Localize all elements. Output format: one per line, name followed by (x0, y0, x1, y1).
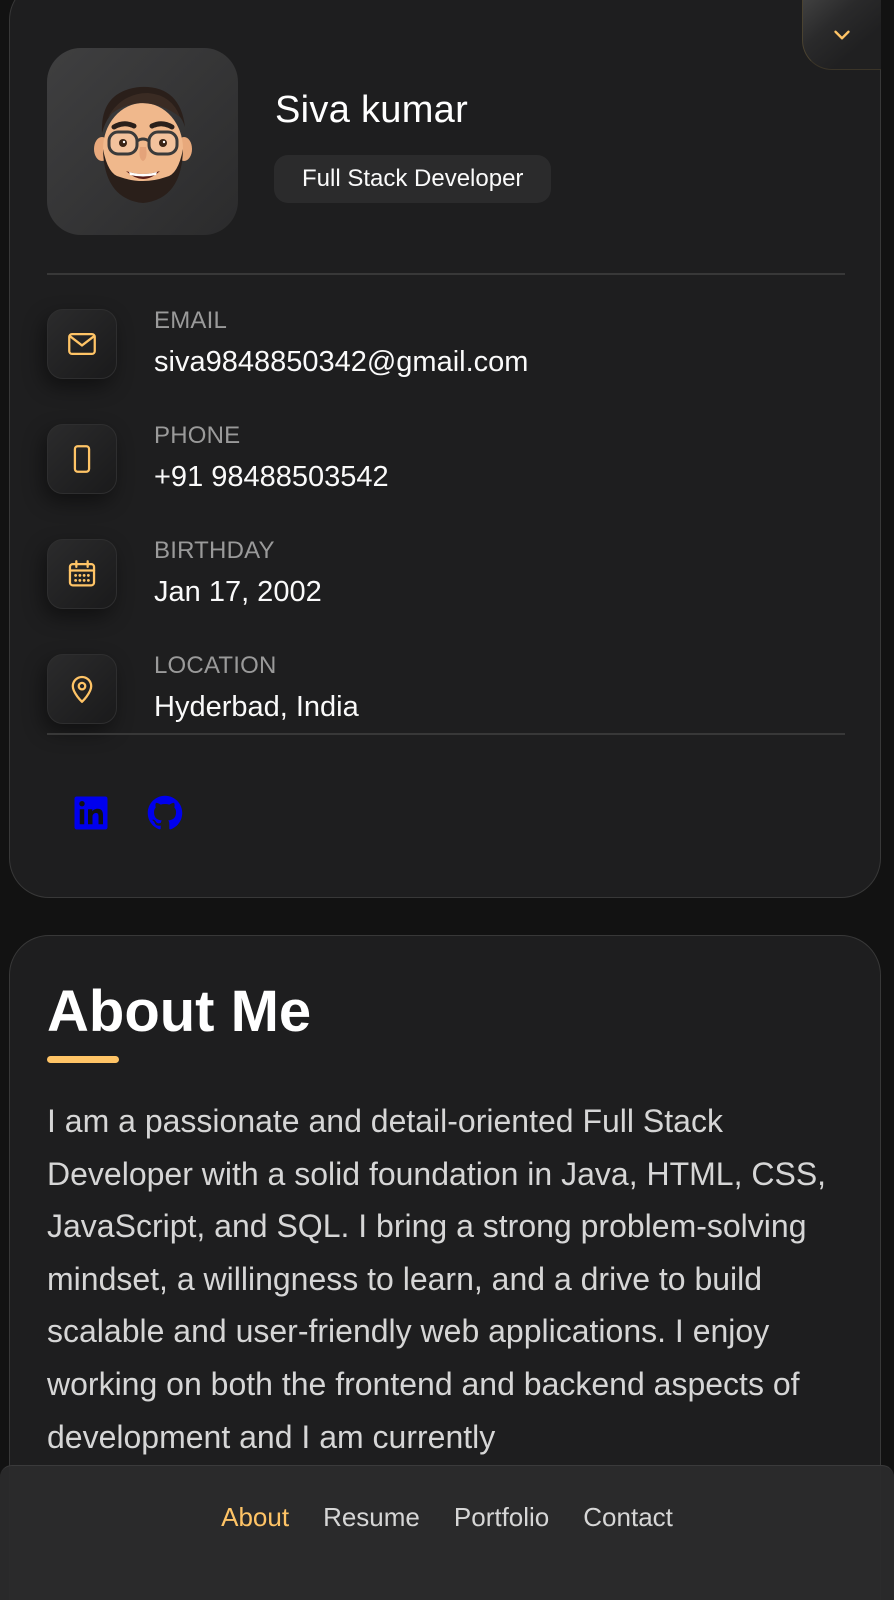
contact-item-email: Email siva9848850342@gmail.com (47, 307, 807, 389)
phone-link[interactable]: +91 98488503542 (154, 461, 389, 494)
avatar (47, 48, 238, 235)
linkedin-icon (74, 796, 108, 830)
chevron-down-icon (834, 30, 850, 39)
about-paragraph: I am a passionate and detail-oriented Fu… (47, 1103, 827, 1455)
heading-underline (47, 1056, 119, 1063)
profile-name: Siva kumar (275, 89, 469, 131)
location-value: Hyderbad, India (154, 691, 359, 723)
bottom-navbar: About Resume Portfolio Contact (0, 1465, 894, 1600)
email-link[interactable]: siva9848850342@gmail.com (154, 346, 528, 379)
page: Siva kumar Full Stack Developer Email si… (0, 0, 894, 1600)
calendar-icon (47, 539, 117, 609)
nav-contact[interactable]: Contact (566, 1502, 690, 1533)
contact-label: Email (154, 307, 228, 334)
contact-label: Birthday (154, 537, 275, 564)
contact-item-location: Location Hyderbad, India (47, 652, 807, 734)
github-link[interactable] (146, 794, 184, 832)
sidebar-card: Siva kumar Full Stack Developer Email si… (9, 0, 881, 898)
birthday-value: Jan 17, 2002 (154, 576, 322, 608)
contact-item-birthday: Birthday Jan 17, 2002 (47, 537, 807, 619)
phone-icon (47, 424, 117, 494)
separator (47, 733, 845, 735)
mail-icon (47, 309, 117, 379)
linkedin-link[interactable] (72, 794, 110, 832)
about-heading: About Me (47, 979, 312, 1044)
nav-portfolio[interactable]: Portfolio (437, 1502, 566, 1533)
contact-label: Phone (154, 422, 241, 449)
location-icon (47, 654, 117, 724)
contact-item-phone: Phone +91 98488503542 (47, 422, 807, 504)
profile-title-badge: Full Stack Developer (274, 155, 552, 203)
github-icon (147, 795, 183, 830)
nav-resume[interactable]: Resume (306, 1502, 437, 1533)
nav-about[interactable]: About (204, 1502, 306, 1533)
separator (47, 273, 845, 275)
memoji-avatar-icon (93, 86, 192, 203)
show-contacts-button[interactable] (802, 0, 881, 70)
contact-label: Location (154, 652, 277, 679)
